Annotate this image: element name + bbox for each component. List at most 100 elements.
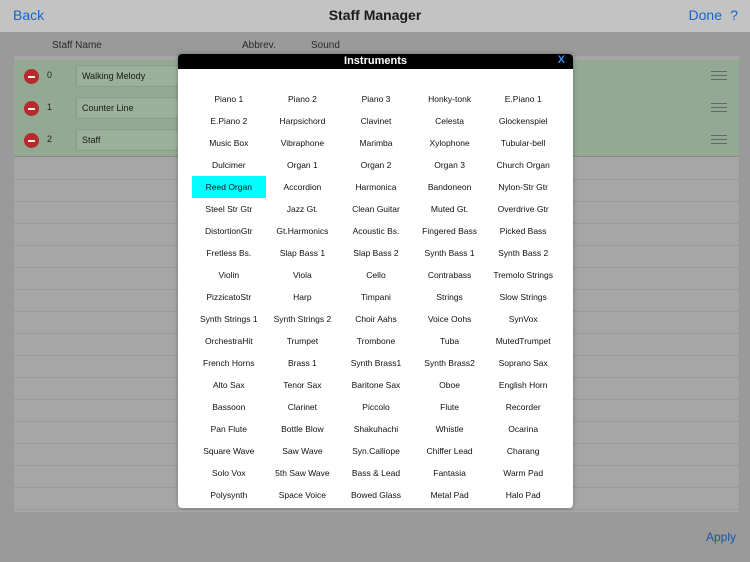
instrument-option[interactable]: Viola xyxy=(266,264,340,286)
instrument-option[interactable]: Bottle Blow xyxy=(266,418,340,440)
instrument-option[interactable]: Syn.Calliope xyxy=(339,440,413,462)
delete-staff-button[interactable] xyxy=(24,69,39,84)
instrument-option[interactable]: Soprano Sax xyxy=(486,352,560,374)
staff-name-field[interactable]: Staff xyxy=(76,129,186,151)
instrument-option[interactable]: Charang xyxy=(486,440,560,462)
instrument-option[interactable]: Dulcimer xyxy=(192,154,266,176)
instrument-option[interactable]: Overdrive Gtr xyxy=(486,198,560,220)
instrument-option[interactable]: Piano 1 xyxy=(192,88,266,110)
instrument-option[interactable]: Steel Str Gtr xyxy=(192,198,266,220)
instrument-option[interactable]: Bassoon xyxy=(192,396,266,418)
reorder-handle-icon[interactable] xyxy=(711,103,727,112)
instrument-option[interactable]: Muted Gt. xyxy=(413,198,487,220)
instrument-option[interactable]: Pan Flute xyxy=(192,418,266,440)
instrument-option[interactable]: Harp xyxy=(266,286,340,308)
instrument-option[interactable]: SynVox xyxy=(486,308,560,330)
instrument-option[interactable]: Clean Guitar xyxy=(339,198,413,220)
instrument-option[interactable]: Halo Pad xyxy=(486,484,560,506)
instrument-option[interactable]: Ocarina xyxy=(486,418,560,440)
apply-button[interactable]: Apply xyxy=(706,530,736,544)
instrument-option[interactable]: Recorder xyxy=(486,396,560,418)
instrument-option[interactable]: Trumpet xyxy=(266,330,340,352)
instrument-option[interactable]: Picked Bass xyxy=(486,220,560,242)
instrument-option[interactable]: Tenor Sax xyxy=(266,374,340,396)
instrument-option[interactable]: MutedTrumpet xyxy=(486,330,560,352)
instrument-option[interactable]: Glockenspiel xyxy=(486,110,560,132)
instrument-option[interactable]: Accordion xyxy=(266,176,340,198)
instrument-option[interactable]: Voice Oohs xyxy=(413,308,487,330)
instrument-option[interactable]: Baritone Sax xyxy=(339,374,413,396)
instrument-option[interactable]: Synth Bass 1 xyxy=(413,242,487,264)
help-button[interactable]: ? xyxy=(730,7,738,23)
instrument-option[interactable]: Clarinet xyxy=(266,396,340,418)
instrument-option[interactable]: Piano 2 xyxy=(266,88,340,110)
instrument-option[interactable]: Tremolo Strings xyxy=(486,264,560,286)
instrument-option[interactable]: Brass 1 xyxy=(266,352,340,374)
reorder-handle-icon[interactable] xyxy=(711,71,727,80)
instrument-option[interactable]: Piano 3 xyxy=(339,88,413,110)
instrument-option[interactable]: E.Piano 1 xyxy=(486,88,560,110)
reorder-handle-icon[interactable] xyxy=(711,135,727,144)
instrument-option[interactable]: Jazz Gt. xyxy=(266,198,340,220)
instrument-option[interactable]: Violin xyxy=(192,264,266,286)
instrument-option[interactable]: Choir Aahs xyxy=(339,308,413,330)
instrument-option[interactable]: Marimba xyxy=(339,132,413,154)
instrument-option[interactable]: OrchestraHit xyxy=(192,330,266,352)
staff-name-field[interactable]: Counter Line xyxy=(76,97,186,119)
instrument-option[interactable]: Flute xyxy=(413,396,487,418)
instrument-option[interactable]: English Horn xyxy=(486,374,560,396)
instrument-option[interactable]: Fantasia xyxy=(413,462,487,484)
instrument-option[interactable]: Bass & Lead xyxy=(339,462,413,484)
instrument-option[interactable]: Alto Sax xyxy=(192,374,266,396)
instrument-option[interactable]: Fingered Bass xyxy=(413,220,487,242)
instrument-option[interactable]: Synth Brass2 xyxy=(413,352,487,374)
instrument-option[interactable]: Music Box xyxy=(192,132,266,154)
instrument-option[interactable]: Whistle xyxy=(413,418,487,440)
instrument-option[interactable]: PizzicatoStr xyxy=(192,286,266,308)
instrument-option[interactable]: Tubular-bell xyxy=(486,132,560,154)
instrument-option[interactable]: Honky-tonk xyxy=(413,88,487,110)
instrument-option[interactable]: Synth Bass 2 xyxy=(486,242,560,264)
instrument-option[interactable]: Nylon-Str Gtr xyxy=(486,176,560,198)
instrument-option[interactable]: Synth Brass1 xyxy=(339,352,413,374)
instrument-option[interactable]: Clavinet xyxy=(339,110,413,132)
instrument-option[interactable]: Slap Bass 1 xyxy=(266,242,340,264)
instrument-option[interactable]: Slow Strings xyxy=(486,286,560,308)
close-button[interactable]: X xyxy=(558,54,565,66)
instrument-option[interactable]: Bandoneon xyxy=(413,176,487,198)
instrument-option[interactable]: French Horns xyxy=(192,352,266,374)
instrument-option[interactable]: Oboe xyxy=(413,374,487,396)
instrument-option[interactable]: Strings xyxy=(413,286,487,308)
instrument-option[interactable]: Cello xyxy=(339,264,413,286)
instrument-option[interactable]: Fretless Bs. xyxy=(192,242,266,264)
instrument-option[interactable]: Trombone xyxy=(339,330,413,352)
instrument-option[interactable]: 5th Saw Wave xyxy=(266,462,340,484)
instrument-option[interactable]: Chiffer Lead xyxy=(413,440,487,462)
instrument-option[interactable]: Square Wave xyxy=(192,440,266,462)
instrument-option[interactable]: Saw Wave xyxy=(266,440,340,462)
instrument-option[interactable]: E.Piano 2 xyxy=(192,110,266,132)
instrument-option[interactable]: Acoustic Bs. xyxy=(339,220,413,242)
instrument-option[interactable]: Solo Vox xyxy=(192,462,266,484)
instrument-option[interactable]: Reed Organ xyxy=(192,176,266,198)
instrument-option[interactable]: Slap Bass 2 xyxy=(339,242,413,264)
instrument-option[interactable]: Warm Pad xyxy=(486,462,560,484)
delete-staff-button[interactable] xyxy=(24,133,39,148)
instrument-option[interactable]: Celesta xyxy=(413,110,487,132)
instrument-option[interactable]: Organ 3 xyxy=(413,154,487,176)
instrument-option[interactable]: Timpani xyxy=(339,286,413,308)
instrument-option[interactable]: Gt.Harmonics xyxy=(266,220,340,242)
done-button[interactable]: Done xyxy=(689,7,722,23)
instrument-option[interactable]: Vibraphone xyxy=(266,132,340,154)
instrument-option[interactable]: Organ 2 xyxy=(339,154,413,176)
instrument-option[interactable]: Bowed Glass xyxy=(339,484,413,506)
delete-staff-button[interactable] xyxy=(24,101,39,116)
instrument-option[interactable]: Piccolo xyxy=(339,396,413,418)
instrument-option[interactable]: Contrabass xyxy=(413,264,487,286)
staff-name-field[interactable]: Walking Melody xyxy=(76,65,186,87)
instrument-option[interactable]: Space Voice xyxy=(266,484,340,506)
instrument-option[interactable]: Church Organ xyxy=(486,154,560,176)
instrument-option[interactable]: Polysynth xyxy=(192,484,266,506)
instrument-option[interactable]: Synth Strings 1 xyxy=(192,308,266,330)
instrument-option[interactable]: DistortionGtr xyxy=(192,220,266,242)
